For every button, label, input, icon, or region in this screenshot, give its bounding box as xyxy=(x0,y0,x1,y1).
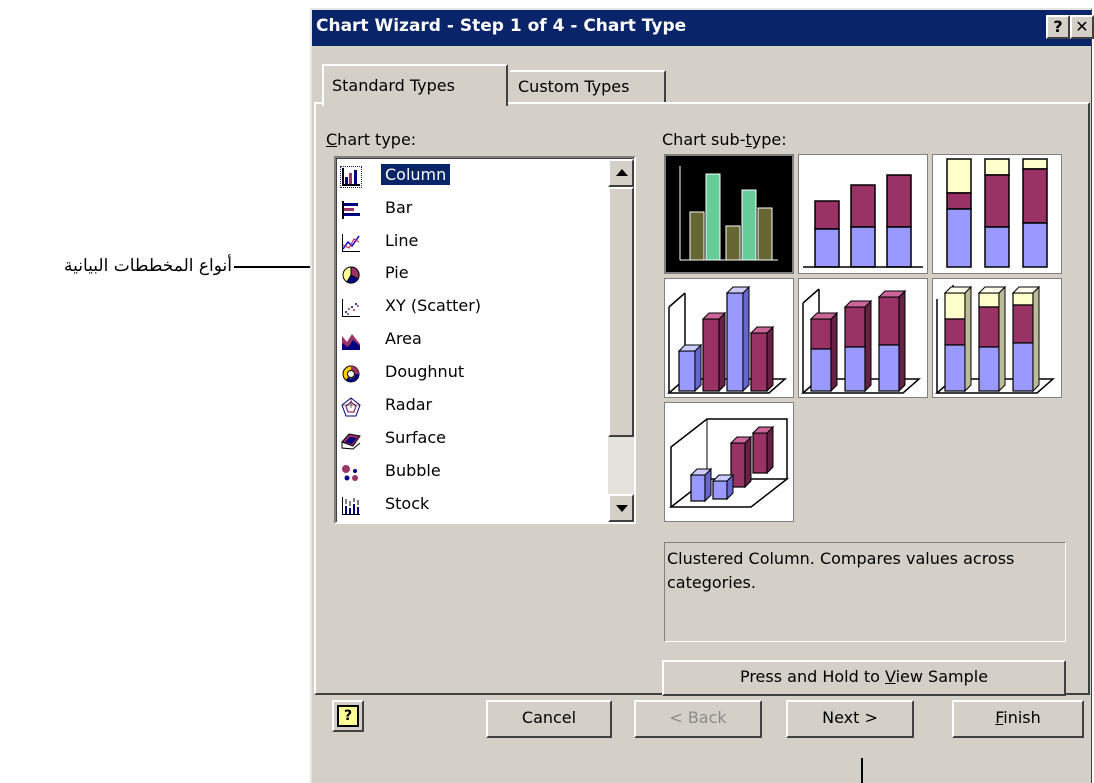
line-chart-icon xyxy=(341,233,361,253)
list-item-bubble[interactable]: Bubble xyxy=(339,457,607,489)
scatter-chart-icon xyxy=(341,298,361,318)
sub-type-stacked-column[interactable] xyxy=(798,154,928,274)
sub-type-clustered-column[interactable] xyxy=(664,154,794,274)
chart-sub-type-label: Chart sub-type: xyxy=(662,130,787,149)
bubble-chart-icon xyxy=(341,463,361,483)
finish-button[interactable]: Finish xyxy=(952,700,1084,738)
surface-chart-icon xyxy=(341,430,361,450)
radar-chart-icon xyxy=(341,397,361,417)
annotation-pointer-line xyxy=(861,758,863,783)
help-icon: ? xyxy=(1053,17,1063,36)
arrow-up-icon xyxy=(616,169,628,176)
list-item-doughnut[interactable]: Doughnut xyxy=(339,358,607,390)
annotation-label: أنواع المخططات البيانية xyxy=(63,256,232,276)
pie-chart-icon xyxy=(341,265,361,285)
list-item-column[interactable]: Column xyxy=(339,161,607,193)
list-item-line[interactable]: Line xyxy=(339,227,607,259)
tab-standard-types[interactable]: Standard Types xyxy=(322,64,508,106)
title-bar: Chart Wizard - Step 1 of 4 - Chart Type … xyxy=(312,10,1094,46)
list-item-radar[interactable]: Radar xyxy=(339,391,607,423)
annotation-arrow-line xyxy=(234,266,320,268)
list-item-surface[interactable]: Surface xyxy=(339,424,607,456)
chart-type-list[interactable]: Column Bar Line Pie XY (Scatter) Area Do… xyxy=(334,156,636,524)
chart-type-label: Chart type: xyxy=(326,130,417,149)
view-sample-button[interactable]: Press and Hold to View Sample xyxy=(662,660,1066,696)
sub-type-description: Clustered Column. Compares values across… xyxy=(664,542,1066,642)
scroll-down-button[interactable] xyxy=(608,494,634,522)
close-icon: ✕ xyxy=(1075,17,1089,36)
arrow-down-icon xyxy=(616,505,628,512)
list-item-stock[interactable]: Stock xyxy=(339,490,607,522)
doughnut-chart-icon xyxy=(341,364,361,384)
sub-type-100-stacked-column[interactable] xyxy=(932,154,1062,274)
chart-type-scrollbar[interactable] xyxy=(608,159,634,522)
sub-type-3d-100-stacked-column[interactable] xyxy=(932,278,1062,398)
area-chart-icon xyxy=(341,331,361,351)
list-item-pie[interactable]: Pie xyxy=(339,259,607,291)
help-assistant-icon: ? xyxy=(337,705,359,727)
stock-chart-icon xyxy=(341,496,361,516)
cancel-button[interactable]: Cancel xyxy=(486,700,612,738)
help-button[interactable]: ? xyxy=(1046,15,1070,39)
chart-wizard-dialog: Chart Wizard - Step 1 of 4 - Chart Type … xyxy=(310,8,1094,783)
scroll-thumb[interactable] xyxy=(608,187,634,437)
sub-type-3d-clustered-column[interactable] xyxy=(664,278,794,398)
list-item-xy-scatter[interactable]: XY (Scatter) xyxy=(339,292,607,324)
sub-type-3d-stacked-column[interactable] xyxy=(798,278,928,398)
sub-type-3d-column[interactable] xyxy=(664,402,794,522)
standard-types-panel: Chart type: Chart sub-type: Column Bar L… xyxy=(314,102,1090,696)
window-title: Chart Wizard - Step 1 of 4 - Chart Type xyxy=(316,16,687,36)
tab-custom-types[interactable]: Custom Types xyxy=(510,70,666,104)
next-button[interactable]: Next > xyxy=(786,700,914,738)
list-item-area[interactable]: Area xyxy=(339,325,607,357)
column-chart-icon xyxy=(340,166,362,188)
chart-sub-type-grid xyxy=(664,154,1064,526)
back-button[interactable]: < Back xyxy=(634,700,762,738)
office-assistant-button[interactable]: ? xyxy=(332,700,364,732)
close-button[interactable]: ✕ xyxy=(1070,15,1094,39)
list-item-bar[interactable]: Bar xyxy=(339,194,607,226)
bar-chart-icon xyxy=(341,200,361,220)
scroll-up-button[interactable] xyxy=(608,159,634,187)
